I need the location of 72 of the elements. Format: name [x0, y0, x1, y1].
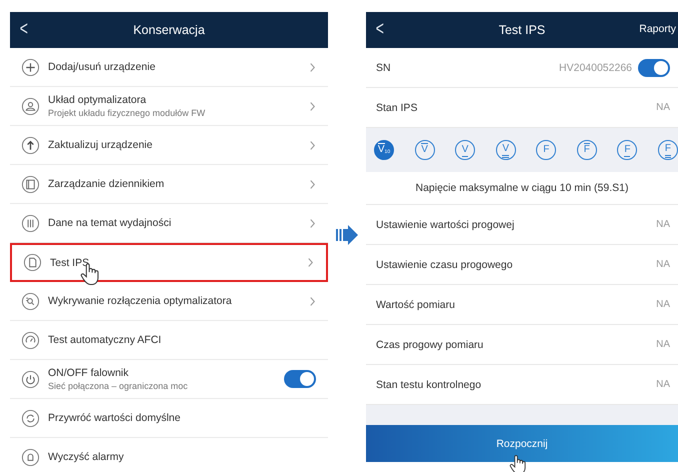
menu-item[interactable]: ON/OFF falownik Sieć połączona – ograniczona moc — [10, 360, 328, 399]
menu-item[interactable]: Dane na temat wydajności — [10, 204, 328, 243]
alarm-icon — [21, 448, 40, 466]
menu-item[interactable]: Wykrywanie rozłączenia optymalizatora — [10, 282, 328, 321]
chevron-icon — [309, 218, 316, 228]
item-label: Wyczyść alarmy — [48, 451, 125, 463]
item-label: Test automatyczny AFCI — [48, 334, 162, 346]
field-value: NA — [656, 259, 670, 270]
field-label: Stan testu kontrolnego — [376, 378, 482, 390]
field-label: Wartość pomiaru — [376, 298, 456, 310]
refresh-icon — [21, 408, 40, 428]
item-subtitle: Sieć połączona – ograniczona moc — [48, 381, 189, 391]
magnifier-icon — [21, 292, 40, 310]
item-label: Układ optymalizatora — [48, 94, 148, 106]
test-description: Napięcie maksymalne w ciągu 10 min (59.S1) — [366, 172, 678, 205]
screen-title: Test IPS — [498, 23, 546, 37]
document-icon — [23, 253, 42, 272]
test-tab[interactable]: F — [658, 140, 678, 160]
field-label: Czas progowy pomiaru — [376, 338, 484, 350]
power-icon — [21, 370, 40, 388]
menu-item[interactable]: Układ optymalizatora Projekt układu fizycznego modułów FW — [10, 87, 328, 126]
menu-item[interactable]: Przywróć wartości domyślne — [10, 399, 328, 438]
serial-number: HV2040052266 — [559, 62, 632, 74]
field-label: Stan IPS — [376, 102, 418, 114]
item-label: Dane na temat wydajności — [48, 217, 172, 229]
gauge-icon — [21, 330, 40, 350]
item-label: Dodaj/usuń urządzenie — [48, 61, 156, 73]
item-subtitle: Projekt układu fizycznego modułów FW — [48, 108, 206, 118]
field-label: SN — [376, 62, 392, 74]
menu-item[interactable]: Zaktualizuj urządzenie — [10, 126, 328, 165]
back-button[interactable]: < — [20, 18, 28, 40]
upload-icon — [21, 136, 40, 154]
screen-title: Konserwacja — [133, 23, 205, 37]
chevron-icon — [309, 140, 316, 150]
chevron-icon — [309, 296, 316, 306]
field-value: NA — [656, 219, 670, 230]
menu-item[interactable]: Test automatyczny AFCI — [10, 321, 328, 360]
item-label: ON/OFF falownik — [48, 367, 130, 379]
field-value: NA — [656, 299, 670, 310]
chevron-icon — [309, 100, 316, 112]
chevron-icon — [307, 257, 314, 268]
menu-item[interactable]: Zarządzanie dziennikiem — [10, 165, 328, 204]
field-label: Ustawienie czasu progowego — [376, 258, 514, 270]
item-label: Zaktualizuj urządzenie — [48, 139, 154, 151]
item-label: Zarządzanie dziennikiem — [48, 178, 166, 190]
book-icon — [21, 174, 40, 194]
test-tab[interactable]: V — [414, 140, 435, 160]
item-label: Wykrywanie rozłączenia optymalizatora — [48, 295, 233, 307]
test-tab[interactable]: F — [617, 140, 638, 160]
field-value: NA — [656, 379, 670, 390]
chevron-icon — [309, 62, 316, 72]
toggle-switch[interactable] — [284, 370, 316, 388]
reports-link[interactable]: Raporty — [639, 23, 676, 35]
start-button[interactable]: Rozpocznij — [366, 425, 678, 462]
person-icon — [21, 96, 40, 116]
test-tab[interactable]: V — [455, 140, 476, 160]
back-button[interactable]: < — [376, 18, 384, 40]
field-value: NA — [656, 339, 670, 350]
field-value: NA — [656, 102, 670, 113]
chevron-icon — [309, 178, 316, 190]
sliders-icon — [21, 214, 40, 232]
menu-item[interactable]: Wyczyść alarmy — [10, 438, 328, 472]
test-tab[interactable]: F — [576, 140, 597, 160]
toggle-switch[interactable] — [638, 58, 670, 76]
arrow-icon — [336, 224, 358, 246]
field-label: Ustawienie wartości progowej — [376, 218, 516, 230]
plus-icon — [21, 58, 40, 76]
test-tab[interactable]: F — [536, 140, 556, 160]
menu-item[interactable]: Dodaj/usuń urządzenie — [10, 48, 328, 87]
hand-cursor-icon — [509, 454, 527, 472]
item-label: Przywróć wartości domyślne — [48, 412, 182, 424]
test-tab[interactable]: V — [496, 140, 516, 160]
